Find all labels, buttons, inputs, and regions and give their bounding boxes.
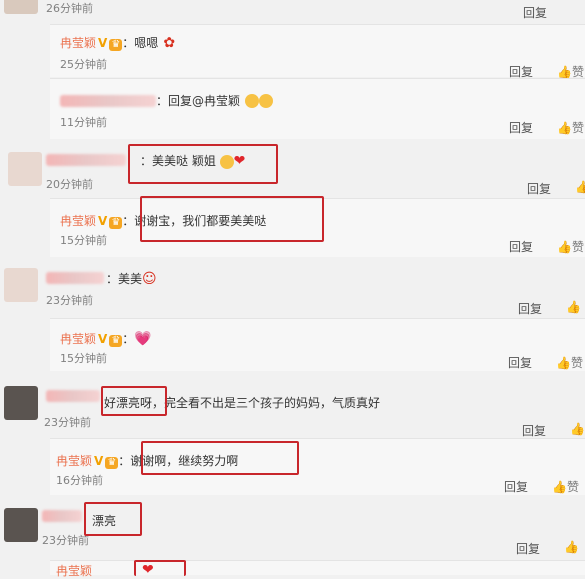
highlight-box [101, 386, 167, 416]
avatar[interactable] [4, 386, 38, 420]
member-badge-icon: ♛ [109, 335, 123, 347]
reply-button[interactable]: 回复 [523, 4, 547, 21]
thumb-up-icon: 👍 [566, 300, 581, 314]
author-name[interactable]: 冉莹颖 [60, 36, 96, 50]
reply-button[interactable]: 回复 [508, 354, 532, 371]
reply-button[interactable]: 回复 [504, 478, 528, 495]
member-badge-icon: ♛ [105, 457, 119, 469]
avatar[interactable] [8, 152, 42, 186]
blurred-username[interactable] [46, 272, 104, 284]
member-badge-icon: ♛ [109, 39, 123, 51]
thumb-up-icon: 👍 [557, 240, 572, 254]
author-name[interactable]: 冉莹颖 [56, 454, 92, 468]
verified-icon: V [98, 214, 108, 228]
reply-button[interactable]: 回复 [509, 238, 533, 255]
blurred-username[interactable] [60, 94, 156, 107]
reply-text: ： [122, 332, 135, 346]
thumb-up-icon: 👍 [552, 480, 567, 494]
avatar[interactable] [4, 268, 38, 302]
verified-icon: V [98, 332, 108, 346]
emoji-icon: ☺ [142, 271, 157, 287]
verified-icon: V [94, 454, 104, 468]
timestamp: 16分钟前 [56, 474, 103, 487]
highlight-box [134, 560, 186, 576]
avatar[interactable] [4, 0, 38, 14]
avatar[interactable] [4, 508, 38, 542]
like-button[interactable]: 👍 [564, 540, 579, 554]
emoji-icon [259, 93, 274, 108]
thumb-up-icon: 👍 [575, 180, 585, 194]
timestamp: 23分钟前 [44, 416, 91, 429]
reply-text: ：嗯嗯 [122, 36, 159, 50]
comment-item: 26分钟前 回复 [0, 0, 585, 22]
timestamp: 23分钟前 [42, 534, 89, 547]
verified-icon: V [98, 36, 108, 50]
author-name[interactable]: 冉莹颖 [60, 214, 96, 228]
author-name[interactable]: 冉莹颖 [60, 332, 96, 346]
timestamp: 20分钟前 [46, 178, 93, 191]
timestamp: 15分钟前 [60, 234, 107, 247]
flower-emoji-icon: ✿ [163, 35, 176, 51]
like-button[interactable]: 👍 [575, 180, 585, 194]
thumb-up-icon: 👍 [564, 540, 579, 554]
reply-text: ：回复@冉莹颖 [156, 94, 241, 108]
blurred-username[interactable] [46, 390, 100, 402]
blurred-username[interactable] [42, 510, 82, 522]
timestamp: 23分钟前 [46, 294, 93, 307]
like-button[interactable]: 👍赞 [552, 478, 579, 495]
like-button[interactable]: 👍 [570, 422, 585, 436]
timestamp: 11分钟前 [60, 116, 107, 129]
thumb-up-icon: 👍 [556, 356, 571, 370]
heart-emoji-icon: 💗 [134, 331, 152, 347]
member-badge-icon: ♛ [109, 217, 123, 229]
timestamp: 15分钟前 [60, 352, 107, 365]
like-button[interactable]: 👍赞 [557, 238, 584, 255]
thumb-up-icon: 👍 [557, 65, 572, 79]
author-name[interactable]: 冉莹颖 [56, 562, 92, 579]
timestamp: 26分钟前 [46, 2, 93, 15]
thumb-up-icon: 👍 [557, 121, 572, 135]
thumb-up-icon: 👍 [570, 422, 585, 436]
highlight-box [141, 441, 299, 475]
highlight-box [140, 196, 324, 242]
like-button[interactable]: 👍赞 [557, 119, 584, 136]
like-button[interactable]: 👍赞 [556, 354, 583, 371]
comment-text: ：美美☺ [106, 271, 157, 287]
timestamp: 25分钟前 [60, 58, 107, 71]
blurred-username[interactable] [46, 154, 126, 166]
reply-button[interactable]: 回复 [522, 422, 546, 439]
emoji-icon [245, 93, 260, 108]
reply-button[interactable]: 回复 [518, 300, 542, 317]
reply-button[interactable]: 回复 [509, 119, 533, 136]
reply-button[interactable]: 回复 [527, 180, 551, 197]
like-button[interactable]: 👍 [566, 300, 581, 314]
highlight-box [84, 502, 142, 536]
reply-button[interactable]: 回复 [516, 540, 540, 557]
highlight-box [128, 144, 278, 184]
